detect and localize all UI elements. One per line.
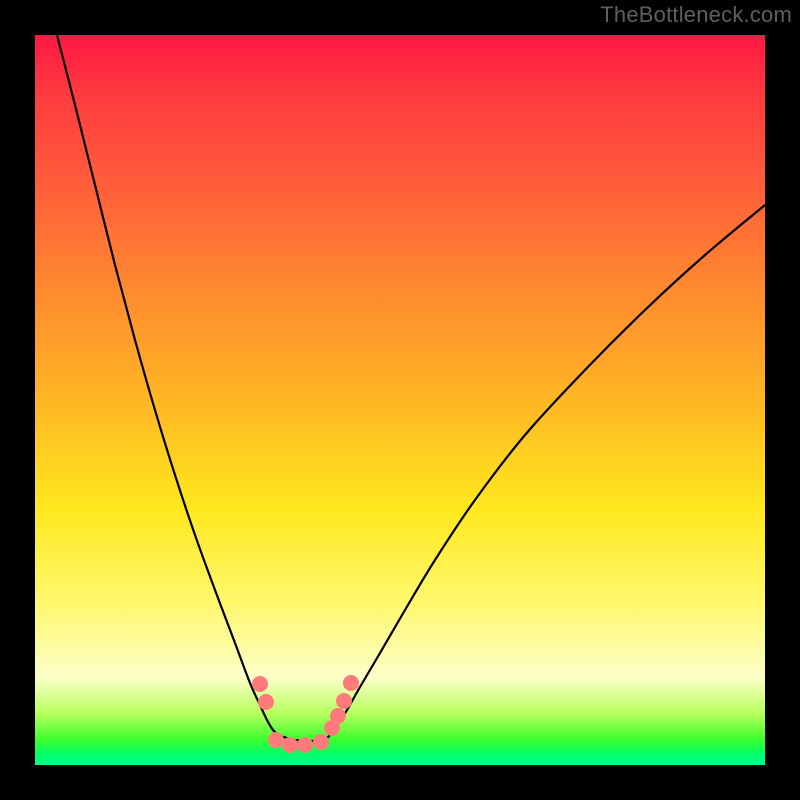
data-point <box>336 693 352 709</box>
plot-area <box>35 35 765 765</box>
curve-left-branch <box>57 35 280 736</box>
data-point <box>268 732 284 748</box>
chart-frame: TheBottleneck.com <box>0 0 800 800</box>
data-point <box>297 737 313 753</box>
data-point <box>282 737 298 753</box>
curve-right-branch <box>330 205 765 735</box>
data-point <box>343 675 359 691</box>
watermark-text: TheBottleneck.com <box>600 2 792 28</box>
data-point <box>313 734 329 750</box>
data-point <box>258 694 274 710</box>
data-point <box>252 676 268 692</box>
data-point <box>330 708 346 724</box>
curve-layer <box>35 35 765 765</box>
